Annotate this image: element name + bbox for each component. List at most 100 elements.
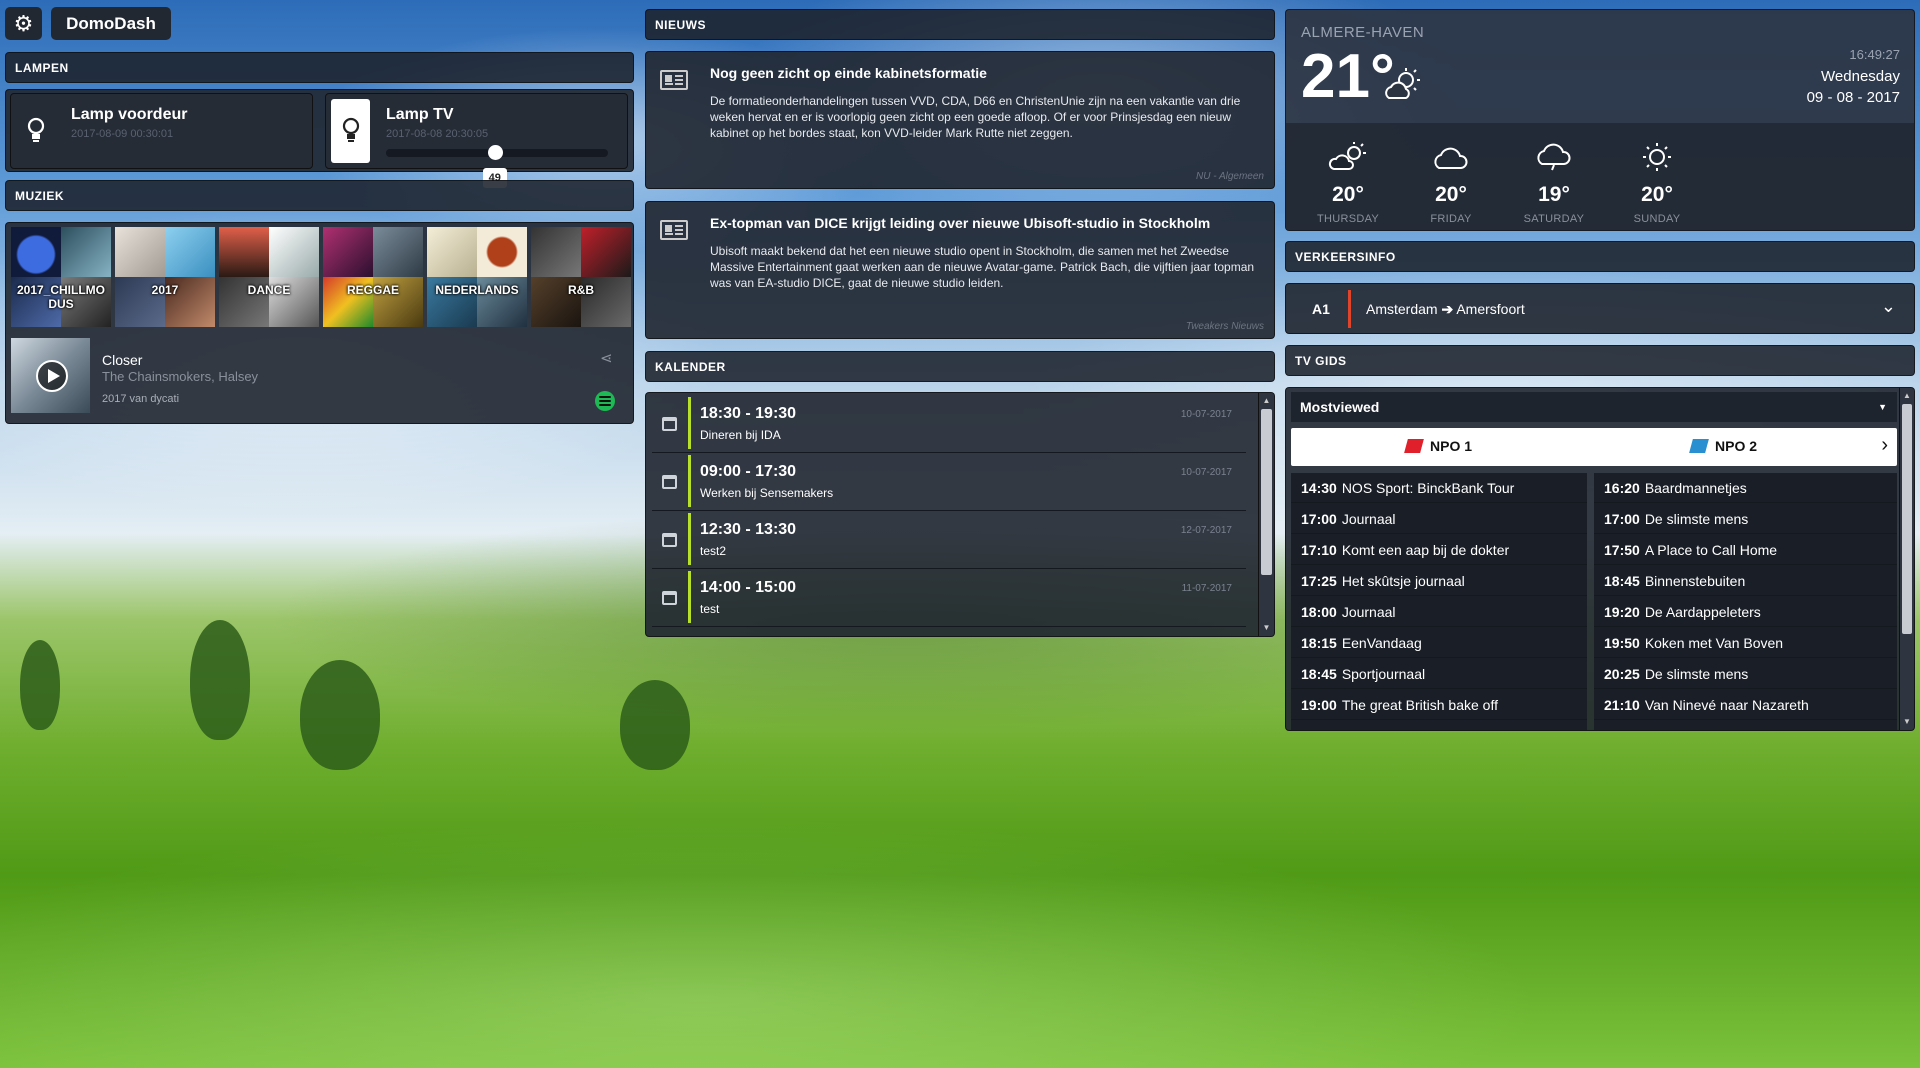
- chevron-down-icon[interactable]: ⌄: [1881, 296, 1896, 317]
- channel-label: NPO 1: [1430, 438, 1473, 454]
- tv-program[interactable]: 16:20 Baardmannetjes: [1594, 473, 1897, 503]
- bulb-on-icon: [331, 99, 370, 163]
- weather-temp: 21°: [1301, 42, 1395, 111]
- road-label: A1: [1312, 301, 1330, 317]
- calendar-event[interactable]: 14:00 - 15:00 test 11-07-2017: [652, 569, 1246, 627]
- caret-down-icon: ▼: [1878, 402, 1887, 412]
- tv-program[interactable]: 17:25 Het skûtsje journaal: [1291, 566, 1587, 596]
- traffic-route: Amsterdam ➔ Amersfoort: [1366, 301, 1525, 318]
- tv-program[interactable]: 20:25 De slimste mens: [1594, 659, 1897, 689]
- news-item[interactable]: Ex-topman van DICE krijgt leiding over n…: [645, 201, 1275, 339]
- event-desc: test2: [700, 544, 727, 558]
- tv-program[interactable]: 17:00 Journaal: [1291, 504, 1587, 534]
- forecast-temp: 20°: [1332, 183, 1364, 206]
- lamp-name: Lamp TV: [386, 106, 454, 123]
- tv-select[interactable]: Mostviewed ▼: [1291, 392, 1897, 422]
- channel-label: NPO 2: [1715, 438, 1758, 454]
- event-desc: test: [700, 602, 720, 616]
- dimmer-handle[interactable]: [487, 145, 503, 160]
- forecast-day-label: SUNDAY: [1633, 213, 1681, 225]
- forecast-day: 20° FRIDAY: [1411, 142, 1491, 225]
- chevron-right-icon[interactable]: ›: [1881, 434, 1888, 457]
- playlist-tile[interactable]: DANCE: [219, 227, 319, 327]
- lamp-voordeur[interactable]: Lamp voordeur 2017-08-09 00:30:01: [10, 93, 313, 169]
- weather-city: ALMERE-HAVEN: [1301, 24, 1425, 41]
- tab-npo1[interactable]: NPO 1: [1404, 438, 1473, 454]
- event-desc: Werken bij Sensemakers: [700, 486, 834, 500]
- dimmer-slider[interactable]: 49: [386, 145, 608, 188]
- scroll-thumb[interactable]: [1902, 404, 1912, 634]
- tv-program[interactable]: 18:00 Journaal: [1291, 597, 1587, 627]
- lamp-tv[interactable]: Lamp TV 2017-08-08 20:30:05 49: [325, 93, 628, 188]
- tv-program[interactable]: 18:45 Sportjournaal: [1291, 659, 1587, 689]
- tv-program[interactable]: 19:00 The great British bake off: [1291, 690, 1587, 720]
- event-date: 12-07-2017: [1180, 525, 1232, 536]
- calendar-event[interactable]: 09:00 - 17:30 Werken bij Sensemakers 10-…: [652, 453, 1246, 511]
- forecast-day: 20° SUNDAY: [1617, 142, 1697, 225]
- tv-program[interactable]: 17:50 A Place to Call Home: [1594, 535, 1897, 565]
- playlist-tile[interactable]: NEDERLANDS: [427, 227, 527, 327]
- playlist-label: R&B: [568, 283, 594, 297]
- traffic-item[interactable]: A1 Amsterdam ➔ Amersfoort ⌄: [1285, 283, 1915, 334]
- tv-program[interactable]: 17:10 Komt een aap bij de dokter: [1291, 535, 1587, 565]
- tv-program[interactable]: 17:00 De slimste mens: [1594, 504, 1897, 534]
- tvgids-scrollbar[interactable]: ▲ ▼: [1899, 388, 1914, 730]
- verkeer-header: VERKEERSINFO: [1285, 241, 1915, 272]
- muziek-header: MUZIEK: [5, 180, 634, 211]
- spotify-icon[interactable]: [595, 391, 615, 411]
- playlist-tile[interactable]: REGGAE: [323, 227, 423, 327]
- bulb-icon: [16, 99, 55, 163]
- news-source: NU - Algemeen: [1196, 171, 1264, 182]
- event-time: 18:30 - 19:30: [700, 405, 797, 422]
- npo2-logo-icon: [1689, 439, 1709, 453]
- event-time: 09:00 - 17:30: [700, 463, 797, 480]
- tv-program[interactable]: 18:45 Binnenstebuiten: [1594, 566, 1897, 596]
- scroll-down-icon[interactable]: ▼: [1900, 716, 1914, 728]
- weather-time: 16:49:27: [1849, 47, 1900, 62]
- playlist-label: DANCE: [247, 283, 291, 297]
- event-date: 10-07-2017: [1180, 467, 1232, 478]
- forecast-day-label: FRIDAY: [1430, 213, 1472, 225]
- play-button[interactable]: [36, 360, 68, 392]
- playlist-tile[interactable]: 2017: [115, 227, 215, 327]
- calendar-icon: [662, 417, 677, 431]
- settings-button[interactable]: ⚙: [5, 7, 42, 40]
- news-title: Nog geen zicht op einde kabinetsformatie: [710, 65, 987, 81]
- calendar-event[interactable]: 12:30 - 13:30 test2 12-07-2017: [652, 511, 1246, 569]
- cloud-icon: [1514, 142, 1594, 177]
- calendar-icon: [662, 591, 677, 605]
- npo2-schedule: 16:20 Baardmannetjes 17:00 De slimste mens…: [1594, 473, 1897, 730]
- tv-program[interactable]: 18:15 EenVandaag: [1291, 628, 1587, 658]
- tv-program[interactable]: 14:30 NOS Sport: BinckBank Tour: [1291, 473, 1587, 503]
- news-item[interactable]: Nog geen zicht op einde kabinetsformatie…: [645, 51, 1275, 189]
- share-icon[interactable]: ⋖: [600, 349, 613, 367]
- scroll-up-icon[interactable]: ▲: [1259, 395, 1274, 407]
- sun-icon: [1617, 142, 1697, 177]
- album-art: [11, 338, 90, 413]
- event-date: 10-07-2017: [1180, 409, 1232, 420]
- scroll-up-icon[interactable]: ▲: [1900, 390, 1914, 402]
- playlist-label: 2017_CHILLMO DUS: [16, 283, 106, 311]
- calendar-event[interactable]: 18:30 - 19:30 Dineren bij IDA 10-07-2017: [652, 395, 1246, 453]
- tvgids-panel: Mostviewed ▼ NPO 1 NPO 2 › 14:30 NOS Spor…: [1285, 387, 1915, 731]
- route-from: Amsterdam: [1366, 301, 1438, 317]
- track-playlist: 2017 van dycati: [102, 393, 180, 405]
- tv-program[interactable]: 21:10 Van Ninevé naar Nazareth: [1594, 690, 1897, 720]
- news-title: Ex-topman van DICE krijgt leiding over n…: [710, 215, 1211, 231]
- tv-program[interactable]: 19:50 Koken met Van Boven: [1594, 628, 1897, 658]
- news-text: Ubisoft maakt bekend dat het een nieuwe …: [710, 244, 1255, 290]
- event-time: 14:00 - 15:00: [700, 579, 797, 596]
- npo1-schedule: 14:30 NOS Sport: BinckBank Tour 17:00 Jour…: [1291, 473, 1587, 730]
- calendar-scrollbar[interactable]: ▲ ▼: [1258, 393, 1274, 636]
- playlist-tile[interactable]: 2017_CHILLMO DUS: [11, 227, 111, 327]
- forecast-day-label: SATURDAY: [1523, 213, 1585, 225]
- lamp-name: Lamp voordeur: [71, 106, 188, 123]
- tree: [620, 680, 690, 770]
- tab-npo2[interactable]: NPO 2: [1689, 438, 1758, 454]
- playlist-tile[interactable]: R&B: [531, 227, 631, 327]
- news-source: Tweakers Nieuws: [1185, 321, 1264, 332]
- scroll-down-icon[interactable]: ▼: [1259, 622, 1274, 634]
- tv-program[interactable]: 19:20 De Aardappeleters: [1594, 597, 1897, 627]
- scroll-thumb[interactable]: [1261, 409, 1272, 575]
- channel-tabs: NPO 1 NPO 2 ›: [1291, 428, 1897, 466]
